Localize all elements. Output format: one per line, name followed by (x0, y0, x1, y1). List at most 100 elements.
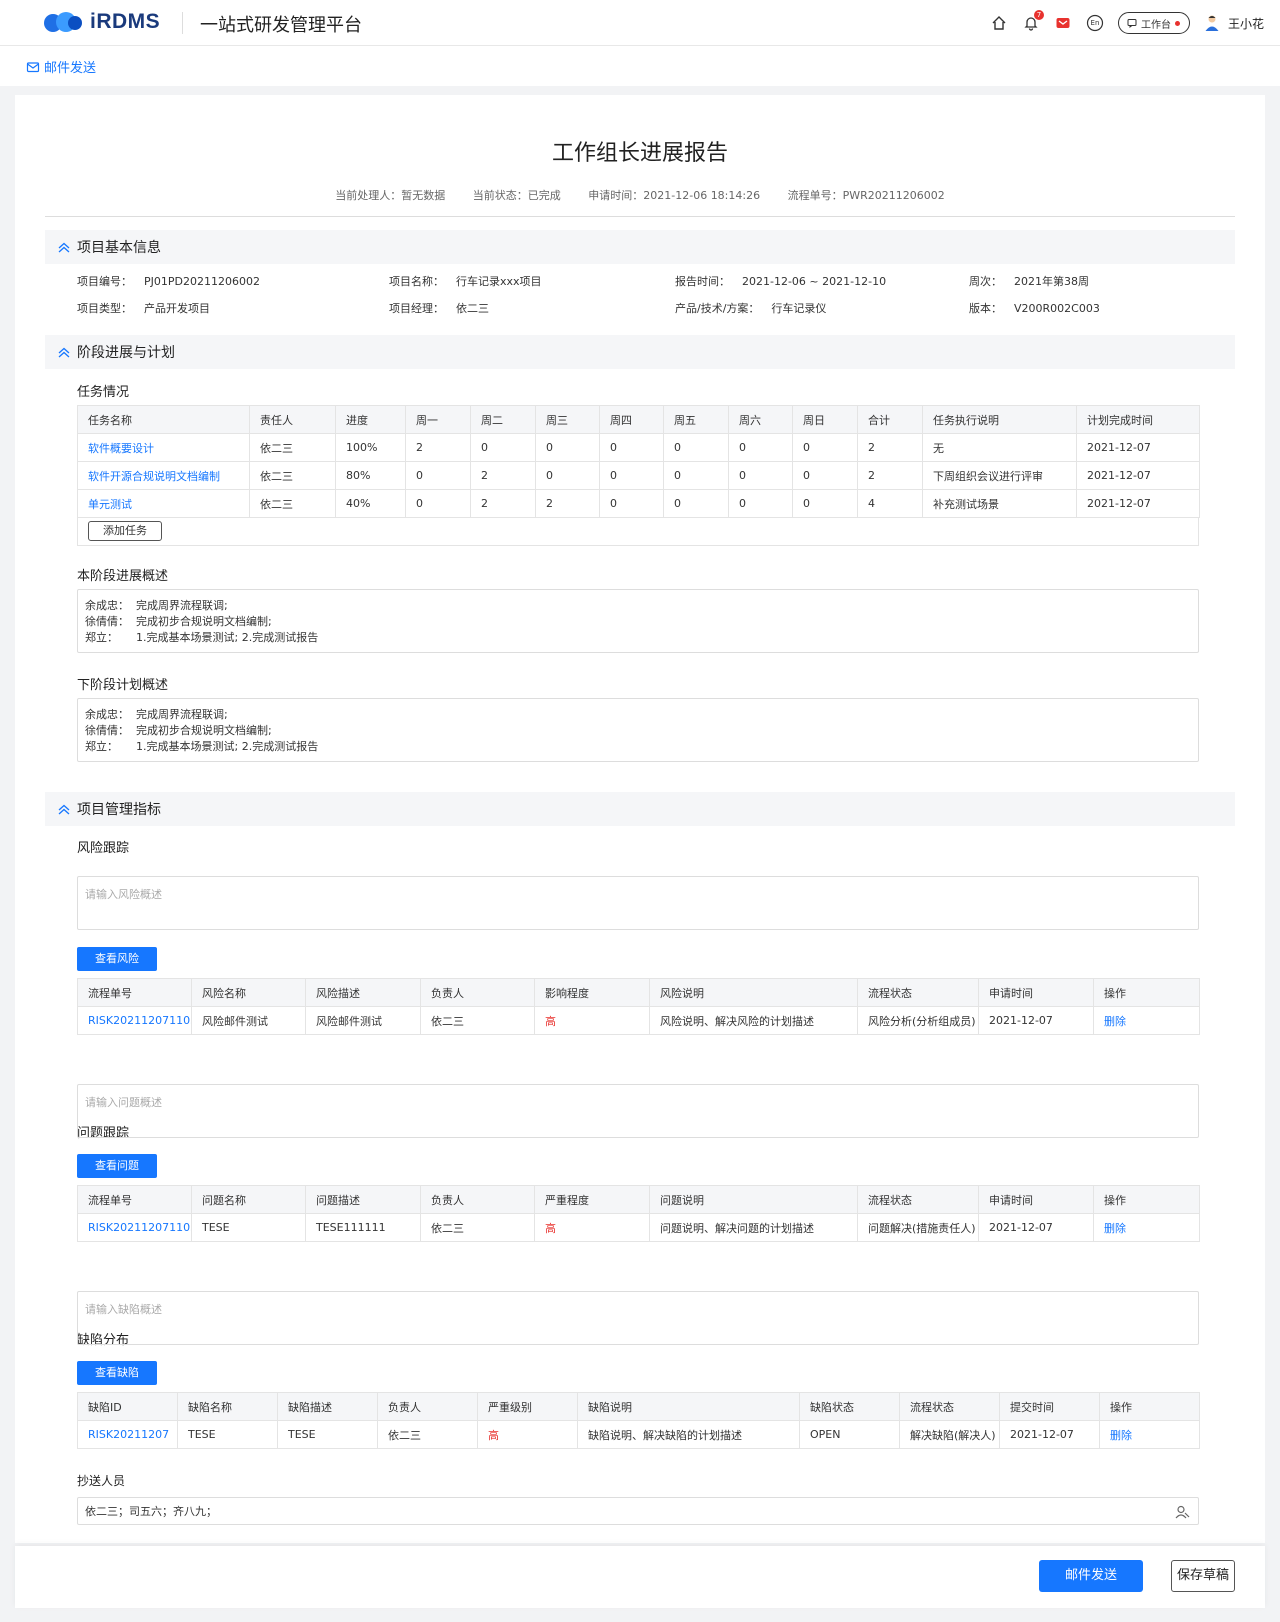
flow-no-link[interactable]: RISK202112071103 (77, 1006, 192, 1035)
cell: 0 (405, 489, 471, 518)
save-draft-button[interactable]: 保存草稿 (1171, 1560, 1235, 1592)
info-item-version: 版本： V200R002C003 (969, 302, 1100, 315)
cc-recipients-input[interactable]: 依二三；司五六；齐八九； (77, 1497, 1199, 1525)
bell-icon[interactable]: 7 (1022, 10, 1044, 32)
delete-link[interactable]: 删除 (1093, 1213, 1200, 1242)
col-header: 责任人 (249, 405, 336, 434)
report-meta: 当前处理人：暂无数据 当前状态：已完成 申请时间：2021-12-06 18:1… (15, 187, 1265, 203)
section-metrics-header[interactable]: 项目管理指标 (45, 792, 1235, 826)
language-switch[interactable]: En (1086, 14, 1104, 32)
workbench-button[interactable]: 工作台 (1117, 12, 1190, 34)
send-mail-button[interactable]: 邮件发送 (1039, 1560, 1143, 1592)
cell: 0 (792, 433, 858, 462)
cell: 0 (792, 489, 858, 518)
col-header: 缺陷ID (77, 1392, 178, 1421)
user-menu[interactable]: 王小花 (1204, 14, 1264, 32)
cell: 2 (470, 461, 536, 490)
table-row: RISK202112071103 风险邮件测试 风险邮件测试 依二三 高 风险说… (77, 1006, 1200, 1035)
add-task-button[interactable]: 添加任务 (88, 521, 162, 541)
cell: 2 (405, 433, 471, 462)
section-basic-info-header[interactable]: 项目基本信息 (45, 230, 1235, 264)
col-header: 问题说明 (649, 1185, 858, 1214)
cell: 无 (922, 433, 1077, 462)
col-header: 缺陷描述 (277, 1392, 378, 1421)
summary-line: 徐倩倩： 完成初步合规说明文档编制; (85, 724, 272, 737)
section-title: 阶段进展与计划 (77, 345, 175, 361)
task-name-link[interactable]: 软件概要设计 (77, 433, 250, 462)
col-header: 周四 (599, 405, 664, 434)
col-header: 周五 (663, 405, 729, 434)
col-header: 严重程度 (534, 1185, 650, 1214)
cell: 2021-12-07 (1076, 461, 1200, 490)
issue-summary-input[interactable]: 请输入问题概述 (77, 1084, 1199, 1138)
cell: 0 (599, 489, 664, 518)
info-item-report-time: 报告时间： 2021-12-06 ~ 2021-12-10 (675, 275, 887, 288)
cell: 问题解决(措施责任人) (857, 1213, 979, 1242)
cell: 2 (470, 489, 536, 518)
cell: 0 (535, 461, 600, 490)
avatar (1205, 15, 1219, 31)
section-stage-header[interactable]: 阶段进展与计划 (45, 335, 1235, 369)
impact-level: 高 (534, 1006, 650, 1035)
user-select-icon[interactable] (1174, 1504, 1190, 1520)
col-header: 周一 (405, 405, 471, 434)
cell: 0 (792, 461, 858, 490)
col-header: 问题名称 (191, 1185, 306, 1214)
cell: 0 (728, 461, 793, 490)
brand-logo[interactable]: iRDMS (44, 10, 160, 34)
task-name-link[interactable]: 软件开源合规说明文档编制 (77, 461, 250, 490)
logo-mark-icon (44, 10, 84, 34)
defect-table-header: 缺陷ID 缺陷名称 缺陷描述 负责人 严重级别 缺陷说明 缺陷状态 流程状态 提… (77, 1392, 1200, 1421)
col-header: 流程单号 (77, 1185, 192, 1214)
mail-send-label: 邮件发送 (44, 61, 97, 76)
cell: 补充测试场景 (922, 489, 1077, 518)
info-value: 行车记录仪 (771, 302, 827, 315)
report-card: 工作组长进展报告 当前处理人：暂无数据 当前状态：已完成 申请时间：2021-1… (15, 95, 1265, 1543)
mail-send-link[interactable]: 邮件发送 (26, 57, 96, 76)
meta-apply-time: 申请时间：2021-12-06 18:14:26 (588, 189, 761, 202)
col-header: 申请时间 (978, 1185, 1094, 1214)
risk-table-header: 流程单号 风险名称 风险描述 负责人 影响程度 风险说明 流程状态 申请时间 操… (77, 978, 1200, 1007)
cell: 0 (535, 433, 600, 462)
plan-summary-box[interactable]: 余成忠： 完成周界流程联调; 徐倩倩： 完成初步合规说明文档编制; 郑立： 1.完成基… (77, 698, 1199, 762)
workbench-dot (1174, 20, 1180, 26)
cell: 依二三 (377, 1420, 478, 1449)
risk-summary-input[interactable]: 请输入风险概述 (77, 876, 1199, 930)
progress-summary-box[interactable]: 余成忠： 完成周界流程联调; 徐倩倩： 完成初步合规说明文档编制; 郑立： 1.完成基… (77, 589, 1199, 653)
delete-link[interactable]: 删除 (1093, 1006, 1200, 1035)
meta-status: 当前状态：已完成 (472, 189, 561, 202)
col-header: 负责人 (377, 1392, 478, 1421)
cell: 2021-12-07 (999, 1420, 1100, 1449)
cell: 风险邮件测试 (305, 1006, 421, 1035)
cell: TESE (277, 1420, 378, 1449)
home-icon[interactable] (990, 14, 1008, 32)
view-issue-button[interactable]: 查看问题 (77, 1154, 157, 1178)
info-item-project-type: 项目类型： 产品开发项目 (77, 302, 210, 315)
col-header: 操作 (1093, 978, 1200, 1007)
cell: 0 (599, 433, 664, 462)
message-icon[interactable] (1054, 14, 1072, 32)
view-risk-button[interactable]: 查看风险 (77, 947, 157, 971)
delete-link[interactable]: 删除 (1099, 1420, 1200, 1449)
defect-summary-input[interactable]: 请输入缺陷概述 (77, 1291, 1199, 1345)
progress-title: 本阶段进展概述 (77, 569, 169, 584)
cell: 40% (335, 489, 406, 518)
flow-no-link[interactable]: RISK202112071103 (77, 1213, 192, 1242)
meta-flow-no: 流程单号：PWR20211206002 (787, 189, 945, 202)
defect-id-link[interactable]: RISK20211207 (77, 1420, 178, 1449)
task-table-header: 任务名称 责任人 进度 周一 周二 周三 周四 周五 周六 周日 合计 任务执行… (77, 405, 1200, 434)
task-name-link[interactable]: 单元测试 (77, 489, 250, 518)
info-value: 行车记录xxx项目 (456, 275, 542, 288)
cell: 解决缺陷(解决人) (899, 1420, 1000, 1449)
cell: 风险说明、解决风险的计划描述 (649, 1006, 858, 1035)
cc-title: 抄送人员 (77, 1474, 126, 1488)
info-item-week: 周次： 2021年第38周 (969, 275, 1089, 288)
view-defect-button[interactable]: 查看缺陷 (77, 1361, 157, 1385)
mail-icon (26, 61, 40, 72)
col-header: 流程状态 (899, 1392, 1000, 1421)
chat-icon (1127, 19, 1137, 28)
cell: 下周组织会议进行评审 (922, 461, 1077, 490)
cell: 0 (728, 489, 793, 518)
summary-line: 郑立： 1.完成基本场景测试; 2.完成测试报告 (85, 631, 319, 644)
cell: 2021-12-07 (1076, 433, 1200, 462)
